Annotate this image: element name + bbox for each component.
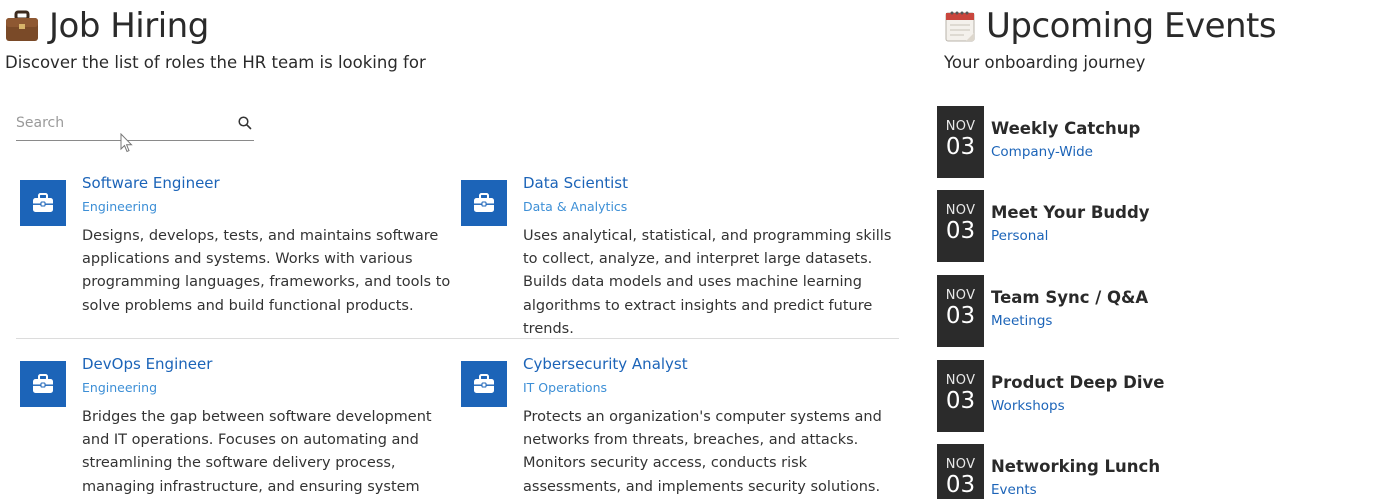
event-day: 03 <box>945 303 976 329</box>
event-category: Workshops <box>991 398 1065 414</box>
job-badge <box>461 361 507 407</box>
event-day: 03 <box>945 218 976 244</box>
event-month: NOV <box>945 119 976 134</box>
briefcase-icon <box>33 193 53 212</box>
job-department: Engineering <box>82 380 157 395</box>
job-hiring-subtitle: Discover the list of roles the HR team i… <box>5 53 426 72</box>
event-name[interactable]: Meet Your Buddy <box>991 203 1150 222</box>
event-day: 03 <box>945 134 976 160</box>
page-title: Job Hiring <box>49 6 209 46</box>
briefcase-icon <box>5 9 39 43</box>
divider <box>16 338 899 339</box>
job-description: Uses analytical, statistical, and progra… <box>523 228 892 337</box>
event-day: 03 <box>945 472 976 498</box>
event-item[interactable]: NOV 03 Team Sync / Q&A Meetings <box>937 275 1357 347</box>
event-day: 03 <box>945 388 976 414</box>
event-month: NOV <box>945 373 976 388</box>
event-month: NOV <box>945 203 976 218</box>
job-description: Protects an organization's computer syst… <box>523 409 882 495</box>
calendar-icon <box>944 9 976 43</box>
event-name[interactable]: Networking Lunch <box>991 457 1160 476</box>
event-name[interactable]: Product Deep Dive <box>991 373 1164 392</box>
event-category: Events <box>991 482 1037 498</box>
search-icon[interactable] <box>238 115 252 130</box>
event-category: Personal <box>991 228 1049 244</box>
job-badge <box>20 361 66 407</box>
job-title[interactable]: Data Scientist <box>523 174 628 192</box>
event-date: NOV 03 <box>937 360 984 432</box>
briefcase-icon <box>474 193 494 212</box>
event-date: NOV 03 <box>937 275 984 347</box>
job-title[interactable]: Software Engineer <box>82 174 220 192</box>
job-badge <box>20 180 66 226</box>
briefcase-icon <box>474 374 494 393</box>
event-name[interactable]: Team Sync / Q&A <box>991 288 1148 307</box>
job-hiring-section: Job Hiring Discover the list of roles th… <box>0 0 910 499</box>
event-date: NOV 03 <box>937 444 984 499</box>
search-input[interactable] <box>16 112 231 134</box>
event-date: NOV 03 <box>937 106 984 178</box>
event-item[interactable]: NOV 03 Weekly Catchup Company-Wide <box>937 106 1357 178</box>
mouse-pointer-icon <box>120 132 134 153</box>
job-title[interactable]: Cybersecurity Analyst <box>523 355 688 373</box>
search-box[interactable] <box>16 106 254 141</box>
event-month: NOV <box>945 288 976 303</box>
upcoming-events-section: Upcoming Events Your onboarding journey … <box>910 0 1378 499</box>
events-header: Upcoming Events <box>944 4 1277 48</box>
briefcase-icon <box>33 374 53 393</box>
event-category: Meetings <box>991 313 1053 329</box>
event-date: NOV 03 <box>937 190 984 262</box>
event-item[interactable]: NOV 03 Networking Lunch Events <box>937 444 1357 499</box>
event-month: NOV <box>945 457 976 472</box>
job-department: Engineering <box>82 199 157 214</box>
job-title[interactable]: DevOps Engineer <box>82 355 212 373</box>
job-hiring-header: Job Hiring <box>5 4 209 48</box>
events-title: Upcoming Events <box>986 6 1277 46</box>
job-department: Data & Analytics <box>523 199 628 214</box>
job-department: IT Operations <box>523 380 608 395</box>
events-subtitle: Your onboarding journey <box>944 53 1146 72</box>
job-description: Designs, develops, tests, and maintains … <box>82 228 451 314</box>
event-item[interactable]: NOV 03 Meet Your Buddy Personal <box>937 190 1357 262</box>
event-category: Company-Wide <box>991 144 1093 160</box>
job-description: Bridges the gap between software develop… <box>82 409 432 495</box>
event-name[interactable]: Weekly Catchup <box>991 119 1140 138</box>
job-badge <box>461 180 507 226</box>
event-item[interactable]: NOV 03 Product Deep Dive Workshops <box>937 360 1357 432</box>
